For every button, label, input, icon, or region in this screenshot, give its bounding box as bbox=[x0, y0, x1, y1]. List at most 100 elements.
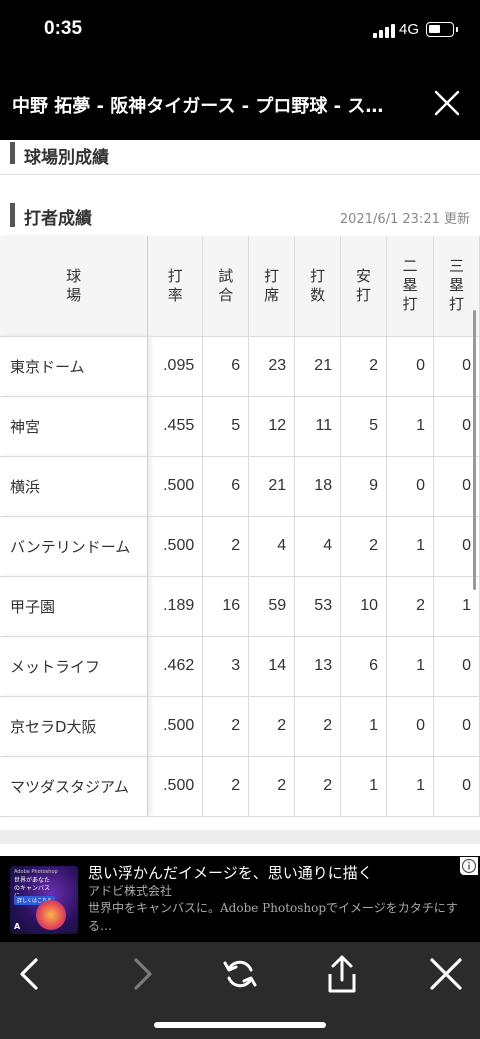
stat-cell: 14 bbox=[248, 636, 296, 697]
stat-cell: 0 bbox=[433, 756, 480, 817]
stat-cell: 13 bbox=[294, 636, 342, 697]
stat-cell: 5 bbox=[202, 396, 250, 457]
venue-cell: 京セラD大阪 bbox=[0, 696, 149, 757]
stat-cell: 4 bbox=[248, 516, 296, 577]
cellular-signal-icon bbox=[373, 24, 395, 38]
stat-cell: 1 bbox=[386, 516, 434, 577]
stat-cell: 21 bbox=[248, 456, 296, 517]
venue-stats-table[interactable]: 球場 打率 試合 打席 打数 安打 二塁打 三塁打 東京ドーム .095 6 23 21… bbox=[0, 236, 480, 817]
stat-cell: 23 bbox=[248, 336, 296, 397]
stat-cell: 1 bbox=[386, 396, 434, 457]
col-header: 試合 bbox=[202, 236, 250, 337]
venue-cell: 東京ドーム bbox=[0, 336, 149, 397]
stat-cell: 59 bbox=[248, 576, 296, 637]
stat-cell: 10 bbox=[340, 576, 388, 637]
ad-banner[interactable]: Adobe Photoshop 世界があなたのキャンバスに 詳しくはこちら A … bbox=[0, 856, 480, 942]
section-marker bbox=[10, 142, 15, 164]
stat-cell: 2 bbox=[294, 696, 342, 757]
section-title-batter: 打者成績 bbox=[24, 209, 92, 229]
adobe-logo-icon: A bbox=[14, 922, 21, 931]
stat-cell: 9 bbox=[340, 456, 388, 517]
stat-cell: 6 bbox=[202, 336, 250, 397]
venue-cell: メットライフ bbox=[0, 636, 149, 697]
divider bbox=[0, 174, 480, 175]
page-content[interactable]: 球場別成績 打者成績 2021/6/1 23:21 更新 球場 打率 試合 打席… bbox=[0, 140, 480, 856]
stat-cell: 5 bbox=[340, 396, 388, 457]
status-time: 0:35 bbox=[44, 18, 83, 39]
stat-cell: 0 bbox=[386, 456, 434, 517]
browser-toolbar bbox=[0, 942, 480, 1039]
horizontal-scrollbar[interactable] bbox=[473, 310, 476, 590]
stat-cell: .500 bbox=[147, 756, 204, 817]
forward-arrow-icon[interactable] bbox=[118, 954, 166, 994]
ad-company: アドビ株式会社 bbox=[88, 884, 173, 898]
stat-cell: .500 bbox=[147, 516, 204, 577]
ad-info-icon[interactable] bbox=[460, 857, 478, 875]
col-header: 打席 bbox=[248, 236, 296, 337]
table-row: バンテリンドーム .500 2 4 4 2 1 0 bbox=[0, 516, 480, 577]
col-header: 球場 bbox=[0, 236, 149, 337]
table-row: マツダスタジアム .500 2 2 2 1 1 0 bbox=[0, 756, 480, 817]
table-row: 横浜 .500 6 21 18 9 0 0 bbox=[0, 456, 480, 517]
stat-cell: 2 bbox=[340, 336, 388, 397]
stat-cell: .455 bbox=[147, 396, 204, 457]
table-row: メットライフ .462 3 14 13 6 1 0 bbox=[0, 636, 480, 697]
ad-title[interactable]: 思い浮かんだイメージを、思い通りに描く bbox=[88, 862, 373, 883]
stat-cell: 11 bbox=[294, 396, 342, 457]
stat-cell: .462 bbox=[147, 636, 204, 697]
stat-cell: 1 bbox=[386, 636, 434, 697]
battery-icon bbox=[426, 22, 458, 37]
stat-cell: 1 bbox=[340, 756, 388, 817]
stat-cell: 1 bbox=[386, 756, 434, 817]
back-arrow-icon[interactable] bbox=[6, 954, 54, 994]
ad-thumb-brand: Adobe Photoshop bbox=[14, 869, 58, 875]
stat-cell: 2 bbox=[248, 696, 296, 757]
col-header: 打数 bbox=[294, 236, 342, 337]
table-row: 京セラD大阪 .500 2 2 2 1 0 0 bbox=[0, 696, 480, 757]
reload-icon[interactable] bbox=[216, 954, 264, 994]
col-header: 安打 bbox=[340, 236, 388, 337]
stat-cell: 2 bbox=[294, 756, 342, 817]
stat-cell: 4 bbox=[294, 516, 342, 577]
venue-cell: バンテリンドーム bbox=[0, 516, 149, 577]
table-header-row: 球場 打率 試合 打席 打数 安打 二塁打 三塁打 bbox=[0, 236, 480, 337]
ad-artwork bbox=[36, 900, 66, 930]
table-row: 甲子園 .189 16 59 53 10 2 1 bbox=[0, 576, 480, 637]
stat-cell: 53 bbox=[294, 576, 342, 637]
stat-cell: .095 bbox=[147, 336, 204, 397]
col-header: 二塁打 bbox=[386, 236, 434, 337]
ad-thumbnail[interactable]: Adobe Photoshop 世界があなたのキャンバスに 詳しくはこちら A bbox=[10, 866, 78, 934]
stat-cell: 2 bbox=[248, 756, 296, 817]
section-separator bbox=[0, 830, 480, 844]
stat-cell: 3 bbox=[202, 636, 250, 697]
table-row: 東京ドーム .095 6 23 21 2 0 0 bbox=[0, 336, 480, 397]
venue-cell: マツダスタジアム bbox=[0, 756, 149, 817]
updated-timestamp: 2021/6/1 23:21 更新 bbox=[339, 212, 470, 227]
stat-cell: 6 bbox=[202, 456, 250, 517]
stat-cell: .189 bbox=[147, 576, 204, 637]
home-indicator[interactable] bbox=[154, 1022, 326, 1028]
stat-cell: 1 bbox=[340, 696, 388, 757]
close-tab-icon[interactable] bbox=[422, 954, 470, 994]
stat-cell: 2 bbox=[202, 516, 250, 577]
stat-cell: 18 bbox=[294, 456, 342, 517]
title-bar: 中野 拓夢 - 阪神タイガース - プロ野球 - ス… bbox=[0, 64, 480, 140]
section-title-venue: 球場別成績 bbox=[24, 148, 109, 168]
stat-cell: 21 bbox=[294, 336, 342, 397]
table-row: 神宮 .455 5 12 11 5 1 0 bbox=[0, 396, 480, 457]
venue-cell: 甲子園 bbox=[0, 576, 149, 637]
stat-cell: 2 bbox=[386, 576, 434, 637]
stat-cell: 2 bbox=[202, 756, 250, 817]
stat-cell: 0 bbox=[433, 696, 480, 757]
stat-cell: 12 bbox=[248, 396, 296, 457]
col-header: 打率 bbox=[147, 236, 204, 337]
stat-cell: 0 bbox=[433, 636, 480, 697]
stat-cell: 16 bbox=[202, 576, 250, 637]
stat-cell: 2 bbox=[202, 696, 250, 757]
share-icon[interactable] bbox=[318, 954, 366, 994]
ad-description: 世界中をキャンバスに。Adobe Photoshopでイメージをカタチにする… bbox=[88, 901, 458, 933]
stat-cell: 6 bbox=[340, 636, 388, 697]
stat-cell: 2 bbox=[340, 516, 388, 577]
network-type: 4G bbox=[399, 21, 420, 38]
close-icon[interactable] bbox=[432, 88, 462, 118]
